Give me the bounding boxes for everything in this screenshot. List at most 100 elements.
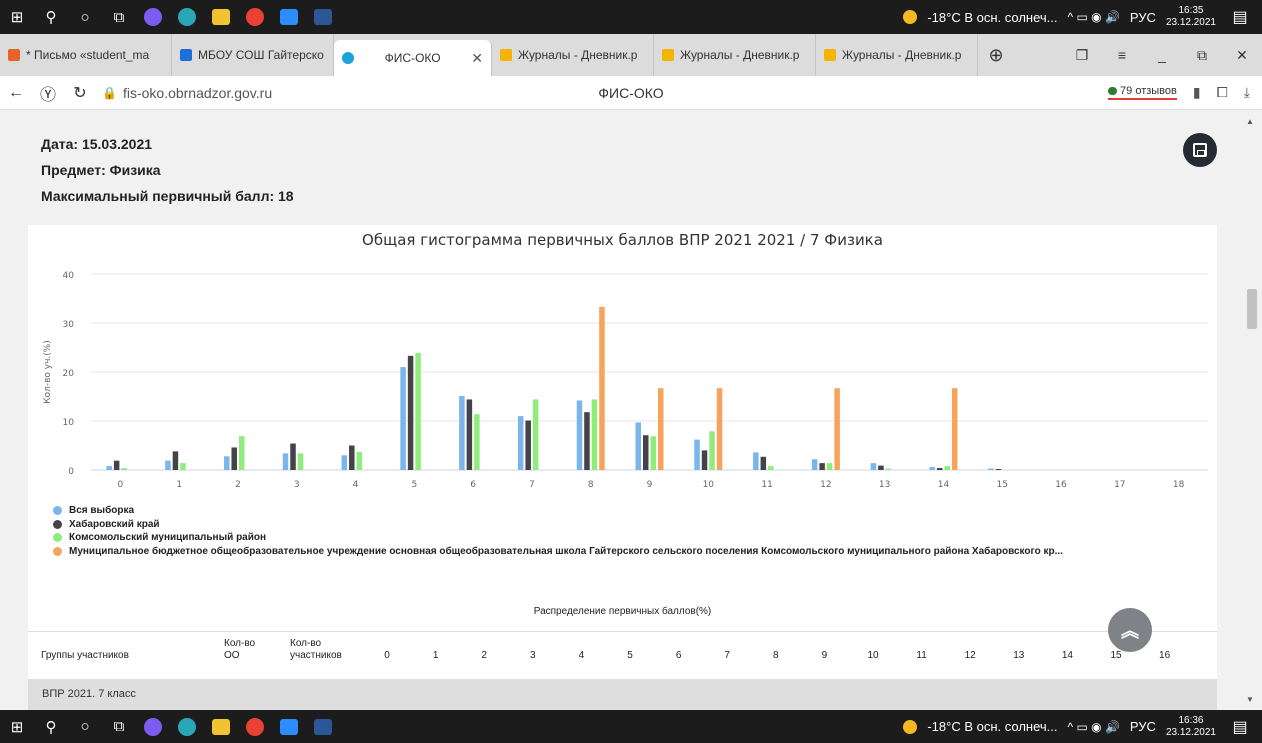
cortana-icon[interactable]: ○ — [68, 710, 102, 743]
score-column-header[interactable]: 2 — [464, 650, 504, 662]
tab-school[interactable]: МБОУ СОШ Гайтерско — [172, 34, 334, 76]
notifications-icon[interactable]: ▤ — [1226, 710, 1254, 743]
col-participants[interactable]: Кол-во участников — [290, 638, 350, 662]
scroll-up-icon[interactable]: ▲ — [1246, 117, 1254, 126]
score-column-header[interactable]: 14 — [1047, 650, 1087, 662]
score-column-header[interactable]: 8 — [756, 650, 796, 662]
page-scrollbar[interactable]: ▲ ▼ — [1240, 111, 1262, 710]
bar — [459, 396, 465, 470]
yandex-browser-icon[interactable] — [238, 0, 272, 34]
score-column-header[interactable]: 6 — [659, 650, 699, 662]
bookmark-icon[interactable]: ▮ — [1193, 84, 1201, 101]
back-icon[interactable]: ← — [0, 84, 32, 102]
page-content: Дата: 15.03.2021 Предмет: Физика Максима… — [0, 111, 1240, 710]
file-explorer-icon[interactable] — [204, 0, 238, 34]
zoom-icon[interactable] — [272, 0, 306, 34]
legend-item[interactable]: Хабаровский край — [53, 518, 1063, 532]
score-column-header[interactable]: 3 — [513, 650, 553, 662]
menu-icon[interactable]: ≡ — [1102, 47, 1142, 63]
score-column-header[interactable]: 10 — [853, 650, 893, 662]
input-language[interactable]: РУС — [1130, 10, 1156, 25]
tabs-panel-icon[interactable]: ❐ — [1062, 47, 1102, 64]
tab-fis-oko[interactable]: ФИС-ОКО ✕ — [334, 40, 492, 76]
reload-icon[interactable]: ↻ — [64, 83, 96, 103]
bar — [238, 436, 245, 470]
score-column-header[interactable]: 12 — [950, 650, 990, 662]
app-icon[interactable] — [136, 710, 170, 743]
file-explorer-icon[interactable] — [204, 710, 238, 743]
tab-dnevnik-2[interactable]: Журналы - Дневник.р — [654, 34, 816, 76]
notifications-icon[interactable]: ▤ — [1226, 0, 1254, 34]
report-date: Дата: 15.03.2021 — [41, 136, 153, 152]
score-column-header[interactable]: 16 — [1145, 650, 1185, 662]
clock[interactable]: 16:35 23.12.2021 — [1166, 5, 1216, 29]
tray-icons[interactable]: ^ ▭ ◉ 🔊 — [1068, 10, 1120, 24]
download-icon[interactable]: ⤓ — [1244, 84, 1250, 101]
score-column-header[interactable]: 1 — [416, 650, 456, 662]
bar — [951, 388, 958, 470]
score-column-header[interactable]: 0 — [367, 650, 407, 662]
extensions-icon[interactable]: ⧠ — [1217, 84, 1228, 101]
score-column-header[interactable]: 9 — [804, 650, 844, 662]
scroll-down-icon[interactable]: ▼ — [1246, 695, 1254, 704]
weather-text[interactable]: -18°C В осн. солнеч... — [927, 719, 1057, 734]
col-oo[interactable]: Кол-во ОО — [224, 638, 264, 662]
y-tick-label: 0 — [68, 467, 74, 477]
new-tab-button[interactable]: ⊕ — [978, 34, 1014, 76]
score-column-header[interactable]: 5 — [610, 650, 650, 662]
x-tick-label: 10 — [703, 480, 715, 490]
save-button[interactable] — [1183, 133, 1217, 167]
windows-start-icon[interactable]: ⊞ — [0, 710, 34, 743]
legend-marker-icon — [53, 533, 62, 543]
score-column-header[interactable]: 11 — [902, 650, 942, 662]
tab-dnevnik-3[interactable]: Журналы - Дневник.р — [816, 34, 978, 76]
yandex-icon[interactable]: Ⓨ — [32, 81, 64, 105]
url-field[interactable]: 🔒 fis-oko.obrnadzor.gov.ru — [102, 85, 272, 101]
col-group[interactable]: Группы участников — [41, 650, 129, 662]
task-view-icon[interactable]: ⧉ — [102, 0, 136, 34]
windows-start-icon[interactable]: ⊞ — [0, 0, 34, 34]
y-axis-label: Кол-во уч.(%) — [43, 340, 53, 404]
close-window-button[interactable]: ✕ — [1222, 47, 1262, 64]
legend-item[interactable]: Комсомольский муниципальный район — [53, 531, 1063, 545]
yandex-browser-icon[interactable] — [238, 710, 272, 743]
x-tick-label: 8 — [588, 480, 594, 490]
edge-icon[interactable] — [170, 710, 204, 743]
tab-dnevnik-1[interactable]: Журналы - Дневник.р — [492, 34, 654, 76]
reviews-badge[interactable]: 79 отзывов — [1108, 85, 1177, 100]
legend-item[interactable]: Муниципальное бюджетное общеобразователь… — [53, 545, 1063, 559]
word-icon[interactable] — [306, 0, 340, 34]
scroll-to-top-button[interactable]: ︽ — [1108, 608, 1152, 652]
search-icon[interactable]: ⚲ — [34, 710, 68, 743]
weather-text[interactable]: -18°C В осн. солнеч... — [927, 10, 1057, 25]
cortana-icon[interactable]: ○ — [68, 0, 102, 34]
clock[interactable]: 16:36 23.12.2021 — [1166, 715, 1216, 739]
x-tick-label: 16 — [1055, 480, 1067, 490]
maximize-button[interactable]: ⧉ — [1182, 47, 1222, 64]
score-column-header[interactable]: 7 — [707, 650, 747, 662]
score-column-header[interactable]: 13 — [999, 650, 1039, 662]
close-tab-icon[interactable]: ✕ — [471, 50, 483, 67]
zoom-icon[interactable] — [272, 710, 306, 743]
tray-icons[interactable]: ^ ▭ ◉ 🔊 — [1068, 720, 1120, 734]
search-icon[interactable]: ⚲ — [34, 0, 68, 34]
x-tick-label: 2 — [235, 480, 241, 490]
edge-icon[interactable] — [170, 0, 204, 34]
section-row[interactable]: ВПР 2021. 7 класс — [28, 679, 1217, 710]
minimize-button[interactable]: _ — [1142, 47, 1182, 63]
legend-label: Хабаровский край — [69, 518, 160, 530]
tab-mail[interactable]: * Письмо «student_ma — [0, 34, 172, 76]
task-view-icon[interactable]: ⧉ — [102, 710, 136, 743]
distribution-title: Распределение первичных баллов(%) — [533, 606, 712, 617]
lock-icon: 🔒 — [102, 85, 117, 100]
scroll-thumb[interactable] — [1247, 289, 1257, 329]
score-column-header[interactable]: 4 — [561, 650, 601, 662]
app-icon[interactable] — [136, 0, 170, 34]
y-tick-label: 30 — [63, 320, 75, 330]
legend-item[interactable]: Вся выборка — [53, 504, 1063, 518]
word-icon[interactable] — [306, 710, 340, 743]
y-tick-label: 40 — [63, 271, 75, 281]
dnevnik-favicon-icon — [662, 49, 674, 61]
x-tick-label: 5 — [411, 480, 417, 490]
input-language[interactable]: РУС — [1130, 719, 1156, 734]
